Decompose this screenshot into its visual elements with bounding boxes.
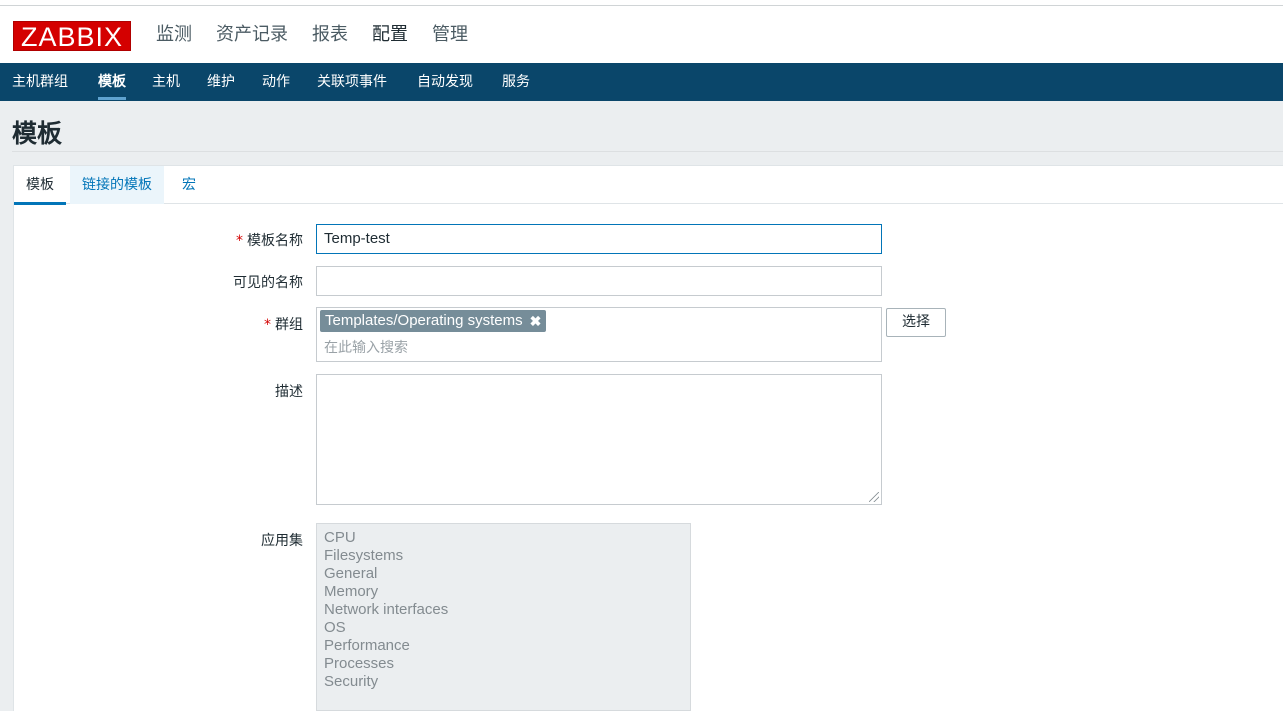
application-item: Security (324, 673, 379, 690)
application-item: OS (324, 619, 346, 636)
main-menu-reports[interactable]: 报表 (312, 23, 348, 47)
tab-macros[interactable]: 宏 (170, 166, 208, 204)
groups-search-input[interactable]: 在此输入搜索 (324, 337, 408, 357)
applications-listbox: CPU Filesystems General Memory Network i… (316, 523, 691, 711)
description-label: 描述 (275, 384, 303, 400)
template-name-label-text: 模板名称 (247, 233, 303, 249)
applications-label: 应用集 (261, 533, 303, 549)
group-chip: Templates/Operating systems ✖ (320, 310, 547, 332)
zabbix-logo[interactable]: ZABBIX (13, 21, 131, 52)
tab-bar: 模板 链接的模板 宏 (14, 166, 1283, 205)
top-navigation: ZABBIX 监测 资产记录 报表 配置 管理 (0, 6, 1283, 63)
main-menu-configuration[interactable]: 配置 (372, 23, 408, 47)
sub-menu-maintenance[interactable]: 维护 (207, 63, 235, 101)
template-name-input[interactable]: Temp-test (316, 224, 882, 254)
main-menu-inventory[interactable]: 资产记录 (216, 23, 288, 47)
template-form-panel: 模板 链接的模板 宏 * 模板名称 Temp-test 可见的名称 * 群组 Tem… (13, 165, 1283, 711)
remove-group-icon[interactable]: ✖ (530, 310, 542, 332)
sub-navigation: 主机群组 模板 主机 维护 动作 关联项事件 自动发现 服务 (0, 63, 1283, 101)
visible-name-input[interactable] (316, 266, 882, 296)
application-item: General (324, 565, 378, 582)
description-textarea[interactable] (316, 374, 882, 505)
group-chip-label: Templates/Operating systems (325, 312, 523, 329)
sub-menu-hosts[interactable]: 主机 (152, 63, 180, 101)
tab-template[interactable]: 模板 (14, 166, 66, 205)
application-item: CPU (324, 529, 356, 546)
sub-menu-actions[interactable]: 动作 (262, 63, 290, 101)
application-item: Processes (324, 655, 395, 672)
sub-menu-correlation[interactable]: 关联项事件 (317, 63, 387, 101)
template-name-label: * 模板名称 (236, 230, 303, 250)
main-menu-monitoring[interactable]: 监测 (156, 23, 192, 47)
select-groups-button[interactable]: 选择 (886, 308, 946, 337)
application-item: Memory (324, 583, 379, 600)
groups-multiselect[interactable]: Templates/Operating systems ✖ 在此输入搜索 (316, 307, 882, 362)
main-menu: 监测 资产记录 报表 配置 管理 (156, 23, 492, 47)
main-menu-administration[interactable]: 管理 (432, 23, 468, 47)
page-title: 模板 (12, 119, 63, 148)
application-item: Network interfaces (324, 601, 449, 618)
required-mark: * (264, 317, 271, 333)
sub-menu-discovery[interactable]: 自动发现 (417, 63, 473, 101)
resize-grip-icon[interactable] (869, 492, 879, 502)
divider (12, 151, 1283, 152)
groups-label-text: 群组 (275, 317, 303, 333)
application-item: Filesystems (324, 547, 404, 564)
sub-menu-templates[interactable]: 模板 (98, 63, 126, 101)
groups-label: * 群组 (264, 314, 303, 334)
visible-name-label: 可见的名称 (233, 275, 303, 291)
sub-menu-host-groups[interactable]: 主机群组 (12, 63, 68, 101)
sub-menu-services[interactable]: 服务 (502, 63, 530, 101)
required-mark: * (236, 233, 243, 249)
application-item: Performance (324, 637, 410, 654)
tab-linked-templates[interactable]: 链接的模板 (70, 166, 164, 204)
